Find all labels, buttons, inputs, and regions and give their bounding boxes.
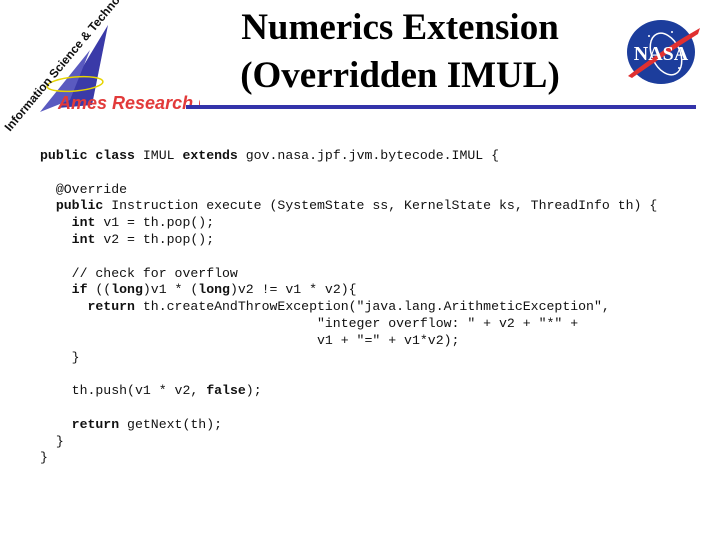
code-text: th.createAndThrowException("java.lang.Ar… xyxy=(134,299,610,315)
code-keyword: int xyxy=(71,215,96,231)
code-line: public Instruction execute (SystemState … xyxy=(40,198,657,215)
rocket-logo-icon: Ames Research Center Information Science… xyxy=(2,0,257,134)
code-block: public class IMUL extends gov.nasa.jpf.j… xyxy=(40,148,657,467)
code-keyword: public class xyxy=(40,148,135,163)
code-line: } xyxy=(40,450,657,467)
nasa-text: NASA xyxy=(634,43,689,65)
code-text: (( xyxy=(87,282,112,298)
code-line: th.push(v1 * v2, false); xyxy=(40,383,657,400)
code-line: public class IMUL extends gov.nasa.jpf.j… xyxy=(40,148,657,165)
code-keyword: int xyxy=(71,231,96,247)
code-keyword: extends xyxy=(182,148,238,163)
code-text: } xyxy=(40,349,80,365)
code-line: if ((long)v1 * (long)v2 != v1 * v2){ xyxy=(40,282,657,299)
nasa-logo: NASA xyxy=(624,18,700,86)
code-keyword: public xyxy=(55,198,104,214)
code-text: gov.nasa.jpf.jvm.bytecode.IMUL { xyxy=(237,148,500,163)
code-keyword: long xyxy=(111,282,143,298)
code-text: v2 = th.pop(); xyxy=(95,231,215,247)
header-divider xyxy=(186,105,696,109)
nasa-meatball-icon: NASA xyxy=(627,20,700,84)
code-text: } xyxy=(40,433,64,449)
code-line: v1 + "=" + v1*v2); xyxy=(40,333,657,350)
code-text: getNext(th); xyxy=(119,416,223,432)
code-text: )v1 * ( xyxy=(142,282,199,298)
code-keyword: false xyxy=(206,383,246,399)
code-text: // check for overflow xyxy=(40,265,238,281)
code-text: v1 = th.pop(); xyxy=(95,215,215,231)
arc-text: Information Science & Technology xyxy=(2,0,139,134)
code-text: @Override xyxy=(40,181,128,197)
code-text: v1 + "=" + v1*v2); xyxy=(40,332,460,348)
title-line-2: (Overridden IMUL) xyxy=(240,55,560,96)
code-keyword: if xyxy=(71,282,88,298)
code-line: int v1 = th.pop(); xyxy=(40,215,657,232)
code-text: ); xyxy=(245,383,262,399)
code-text: "integer overflow: " + v2 + "*" + xyxy=(40,315,579,331)
code-line: } xyxy=(40,350,657,367)
code-line: int v2 = th.pop(); xyxy=(40,232,657,249)
code-line: @Override xyxy=(40,182,657,199)
code-keyword: return xyxy=(87,299,135,315)
code-text: Instruction execute (SystemState ss, Ker… xyxy=(103,198,658,214)
code-text: )v2 != v1 * v2){ xyxy=(229,282,357,298)
code-keyword: return xyxy=(71,416,120,432)
ames-research-center-text: Ames Research Center xyxy=(57,93,200,113)
code-text: IMUL xyxy=(134,148,183,163)
code-text: th.push(v1 * v2, xyxy=(40,383,207,399)
title-line-1: Numerics Extension xyxy=(241,7,559,48)
code-text: } xyxy=(40,450,48,466)
code-line: return getNext(th); xyxy=(40,417,657,434)
code-keyword: long xyxy=(198,282,230,298)
code-line: "integer overflow: " + v2 + "*" + xyxy=(40,316,657,333)
page-title: Numerics Extension (Overridden IMUL) xyxy=(200,4,600,100)
ames-ist-logo: Ames Research Center Information Science… xyxy=(0,0,257,140)
code-line: // check for overflow xyxy=(40,266,657,283)
code-line: return th.createAndThrowException("java.… xyxy=(40,299,657,316)
code-line: } xyxy=(40,434,657,451)
